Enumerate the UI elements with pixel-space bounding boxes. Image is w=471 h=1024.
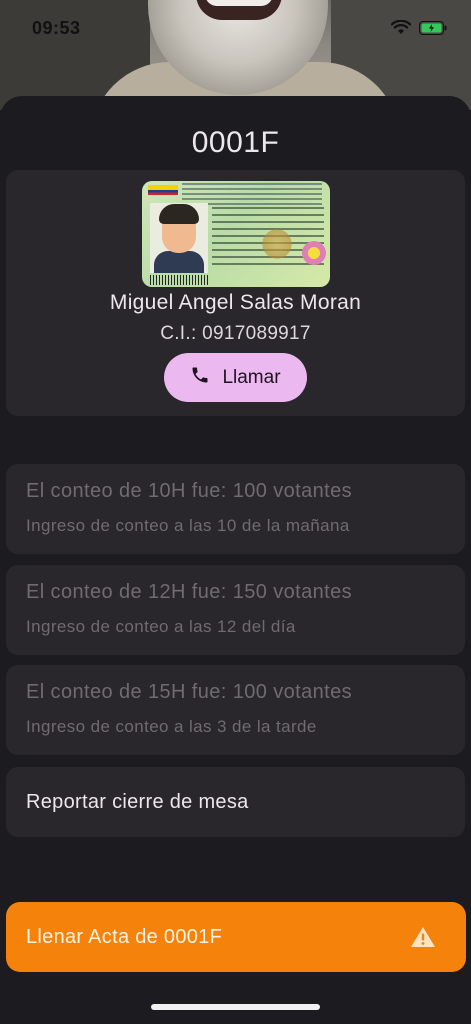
- home-indicator[interactable]: [151, 1004, 320, 1010]
- count-subtitle: Ingreso de conteo a las 10 de la mañana: [26, 516, 350, 535]
- fill-acta-label: Llenar Acta de 0001F: [26, 926, 223, 948]
- battery-icon: [419, 20, 447, 35]
- count-subtitle: Ingreso de conteo a las 3 de la tarde: [26, 717, 317, 736]
- count-title: El conteo de 10H fue: 100 votantes: [26, 480, 353, 502]
- phone-icon: [190, 365, 210, 391]
- fill-acta-button[interactable]: Llenar Acta de 0001F: [6, 902, 466, 972]
- count-title: El conteo de 12H fue: 150 votantes: [26, 581, 353, 603]
- page-title: 0001F: [191, 126, 280, 159]
- warning-icon: [410, 926, 436, 953]
- status-bar: 09:53: [0, 0, 471, 54]
- report-closing-label: Reportar cierre de mesa: [26, 791, 249, 813]
- count-subtitle: Ingreso de conteo a las 12 del día: [26, 617, 296, 636]
- call-button[interactable]: Llamar: [164, 353, 307, 402]
- report-closing-button[interactable]: Reportar cierre de mesa: [6, 767, 465, 837]
- person-name: Miguel Angel Salas Moran: [109, 291, 362, 314]
- id-card-image: [142, 181, 330, 287]
- call-button-label: Llamar: [222, 366, 281, 388]
- wifi-icon: [391, 20, 411, 35]
- person-ci: C.I.: 0917089917: [160, 323, 311, 344]
- count-title: El conteo de 15H fue: 100 votantes: [26, 681, 353, 703]
- count-card-10h[interactable]: El conteo de 10H fue: 100 votantes Ingre…: [6, 464, 465, 554]
- count-card-15h[interactable]: El conteo de 15H fue: 100 votantes Ingre…: [6, 665, 465, 755]
- count-card-12h[interactable]: El conteo de 12H fue: 150 votantes Ingre…: [6, 565, 465, 655]
- status-time: 09:53: [32, 18, 81, 38]
